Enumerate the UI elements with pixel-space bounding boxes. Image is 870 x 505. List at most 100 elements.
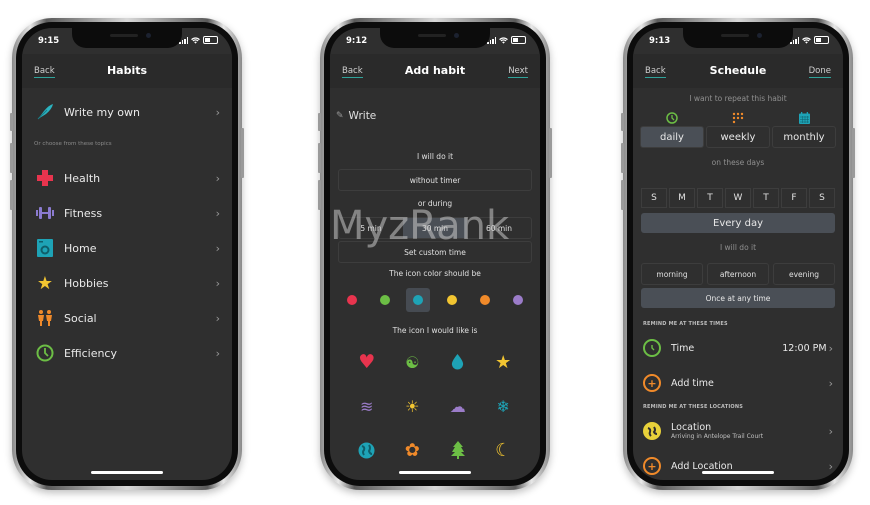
phone-add-habit: 9:12 Back Add habit Next ✎ Write I will …: [318, 18, 552, 490]
add-time-row[interactable]: + Add time ›: [633, 368, 843, 398]
mute-switch: [621, 113, 624, 131]
topic-row-hobbies[interactable]: ★ Hobbies ›: [22, 266, 232, 300]
wind-icon[interactable]: ≋: [344, 396, 390, 416]
grid-dots-icon: [732, 110, 744, 126]
frequency-daily[interactable]: daily: [640, 126, 704, 148]
done-button[interactable]: Done: [808, 66, 831, 78]
battery-icon: [511, 36, 526, 44]
topic-row-social[interactable]: Social ›: [22, 301, 232, 335]
star-icon[interactable]: ★: [481, 352, 527, 373]
once-any-time-button[interactable]: Once at any time: [641, 288, 835, 308]
habit-name-input[interactable]: ✎ Write: [336, 110, 376, 122]
day-saturday[interactable]: S: [809, 188, 835, 208]
duration-selector: 5 min 30 min 60 min: [338, 217, 532, 239]
time-of-day-evening[interactable]: evening: [773, 263, 835, 285]
chevron-right-icon: ›: [828, 341, 833, 355]
add-location-label: Add Location: [671, 460, 733, 472]
day-monday[interactable]: M: [669, 188, 695, 208]
day-tuesday[interactable]: T: [697, 188, 723, 208]
time-reminder-row[interactable]: Time 12:00 PM ›: [633, 333, 843, 363]
day-friday[interactable]: F: [781, 188, 807, 208]
time-of-day-selector: morning afternoon evening: [641, 263, 835, 285]
nav-bar: Back Habits: [22, 54, 232, 88]
location-reminder-row[interactable]: Location Arriving in Antelope Trail Cour…: [633, 416, 843, 446]
home-indicator[interactable]: [91, 471, 163, 474]
globe-icon: [643, 422, 661, 440]
home-indicator[interactable]: [399, 471, 471, 474]
habit-name-placeholder: Write: [348, 110, 377, 122]
snowflake-icon[interactable]: ❄: [481, 396, 527, 416]
home-indicator[interactable]: [702, 471, 774, 474]
battery-icon: [814, 36, 829, 44]
remind-times-header: REMIND ME AT THESE TIMES: [643, 321, 728, 327]
color-option-orange[interactable]: [473, 288, 497, 312]
day-wednesday[interactable]: W: [725, 188, 751, 208]
add-circle-icon: +: [643, 374, 661, 392]
flower-icon[interactable]: ✿: [390, 440, 436, 461]
without-timer-button[interactable]: without timer: [338, 169, 532, 191]
day-thursday[interactable]: T: [753, 188, 779, 208]
habits-screen: 9:15 Back Habits Write my own › Or choos…: [22, 28, 232, 480]
chevron-right-icon: ›: [215, 105, 220, 119]
write-my-own-row[interactable]: Write my own ›: [22, 92, 232, 132]
topics-hint: Or choose from these topics: [34, 141, 112, 147]
duration-5-min[interactable]: 5 min: [339, 218, 403, 238]
calendar-icon: [798, 110, 810, 126]
add-circle-icon: +: [643, 457, 661, 475]
add-location-row[interactable]: + Add Location ›: [633, 451, 843, 480]
will-do-label: I will do it: [416, 152, 454, 161]
mute-switch: [10, 113, 13, 131]
globe-icon[interactable]: [344, 440, 390, 460]
color-option-purple[interactable]: [506, 288, 530, 312]
write-my-own-label: Write my own: [64, 105, 140, 119]
color-picker: [340, 288, 530, 312]
clock-icon: [34, 342, 56, 364]
heart-icon[interactable]: ♥: [344, 351, 390, 373]
people-icon: [34, 307, 56, 329]
color-option-teal[interactable]: [406, 288, 431, 312]
color-option-red[interactable]: [340, 288, 364, 312]
nav-bar: Back Schedule Done: [633, 54, 843, 88]
star-icon: ★: [36, 272, 54, 294]
time-of-day-morning[interactable]: morning: [641, 263, 703, 285]
color-option-green[interactable]: [373, 288, 397, 312]
chevron-right-icon: ›: [828, 459, 833, 473]
topic-label: Social: [64, 311, 97, 325]
topic-row-health[interactable]: Health ›: [22, 161, 232, 195]
chevron-right-icon: ›: [215, 311, 220, 325]
remind-locations-header: REMIND ME AT THESE LOCATIONS: [643, 404, 744, 410]
storm-cloud-icon[interactable]: ☁: [435, 396, 481, 416]
page-title: Habits: [106, 64, 148, 77]
wifi-icon: [191, 36, 200, 44]
topic-row-efficiency[interactable]: Efficiency ›: [22, 336, 232, 370]
chevron-right-icon: ›: [828, 376, 833, 390]
nav-bar: Back Add habit Next: [330, 54, 540, 88]
color-option-yellow[interactable]: [440, 288, 464, 312]
dumbbell-icon: [34, 202, 56, 224]
duration-60-min[interactable]: 60 min: [467, 218, 531, 238]
wifi-icon: [802, 36, 811, 44]
frequency-weekly[interactable]: weekly: [706, 126, 770, 148]
yin-yang-icon[interactable]: ☯: [390, 352, 436, 372]
day-sunday[interactable]: S: [641, 188, 667, 208]
water-drop-icon[interactable]: [435, 352, 481, 372]
sun-icon[interactable]: ☀: [390, 396, 436, 416]
notch: [683, 28, 793, 48]
every-day-button[interactable]: Every day: [641, 213, 835, 233]
topic-row-home[interactable]: Home ›: [22, 231, 232, 265]
schedule-screen: 9:13 Back Schedule Done I want to repeat…: [633, 28, 843, 480]
next-button[interactable]: Next: [508, 66, 528, 78]
moon-icon[interactable]: ☾: [481, 440, 527, 461]
topic-row-fitness[interactable]: Fitness ›: [22, 196, 232, 230]
notch: [380, 28, 490, 48]
frequency-monthly[interactable]: monthly: [772, 126, 836, 148]
volume-down-button: [621, 180, 624, 210]
duration-30-min[interactable]: 30 min: [403, 218, 467, 238]
set-custom-time-button[interactable]: Set custom time: [338, 241, 532, 263]
time-label: Time: [671, 342, 695, 354]
time-of-day-afternoon[interactable]: afternoon: [707, 263, 769, 285]
volume-down-button: [318, 180, 321, 210]
frequency-selector: daily weekly monthly: [640, 110, 836, 148]
icon-picker: ♥ ☯ ★ ≋ ☀ ☁ ❄ ✿ ☾: [344, 351, 527, 461]
tree-icon[interactable]: [435, 440, 481, 460]
